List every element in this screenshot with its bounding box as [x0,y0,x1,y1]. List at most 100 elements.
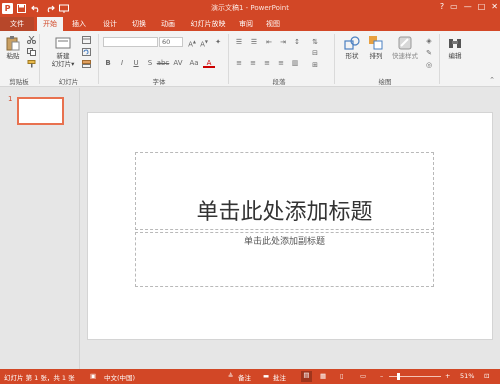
font-color-button[interactable]: A [203,58,215,68]
underline-button[interactable]: U [130,58,142,68]
tab-slideshow[interactable]: 幻灯片放映 [185,17,231,31]
decrease-indent-icon[interactable]: ⇤ [263,37,275,47]
bullets-icon[interactable]: ☰ [233,37,245,47]
strikethrough-button[interactable]: abc [156,58,170,68]
new-slide-label: 新建 幻灯片▾ [51,52,75,68]
bold-button[interactable]: B [102,58,114,68]
clipboard-icon [5,35,21,51]
font-family-select[interactable] [103,37,158,47]
collapse-ribbon-icon[interactable]: ⌃ [486,75,498,85]
ribbon-display-icon[interactable]: ▭ [450,2,458,11]
new-slide-icon [55,35,71,51]
reading-view-icon[interactable]: ▯ [340,372,344,380]
tab-design[interactable]: 设计 [99,17,121,31]
clipboard-group-label: 剪贴板 [9,78,29,86]
quick-styles-label: 快速样式 [392,52,418,60]
minimize-icon[interactable]: — [464,2,472,11]
zoom-in-button[interactable]: + [445,372,450,380]
tab-insert[interactable]: 插入 [68,17,90,31]
shape-outline-icon[interactable]: ✎ [423,48,435,58]
arrange-label: 排列 [369,52,383,60]
quick-styles-button[interactable]: 快速样式 [388,35,422,60]
window-title: 演示文稿1 - PowerPoint [211,4,289,12]
pane-divider[interactable] [79,88,80,369]
text-direction-icon[interactable]: ⇅ [309,37,321,47]
drawing-group-label: 绘图 [378,78,392,86]
shapes-icon [344,35,360,51]
change-case-button[interactable]: Aa [187,58,201,68]
ribbon-tabs: 文件 开始 插入 设计 切换 动画 幻灯片放映 审阅 视图 [0,16,500,31]
close-icon[interactable]: ✕ [491,2,498,11]
notes-icon[interactable]: ≜ [228,372,233,380]
char-spacing-button[interactable]: AV [171,58,185,68]
paste-button[interactable]: 粘贴 [3,35,23,60]
zoom-slider-handle[interactable] [397,373,400,380]
smartart-icon[interactable]: ⊞ [309,60,321,70]
clear-format-icon[interactable]: ✦ [212,37,224,47]
thumbnail-number: 1 [8,95,13,103]
notes-button[interactable]: 备注 [238,372,251,382]
shapes-label: 形状 [345,52,359,60]
normal-view-icon[interactable]: ▤ [301,371,312,382]
language-status[interactable]: 中文(中国) [104,372,135,382]
arrange-button[interactable]: 排列 [365,35,387,60]
align-text-icon[interactable]: ⊟ [309,48,321,58]
tab-view[interactable]: 视图 [262,17,284,31]
slideshow-view-icon[interactable]: ▭ [360,372,366,380]
reset-icon[interactable] [82,48,91,56]
slides-group-label: 幻灯片 [58,78,79,86]
shapes-button[interactable]: 形状 [341,35,363,60]
font-group-label: 字体 [152,78,166,86]
editing-label: 编辑 [448,52,462,60]
window-controls: ? ▭ — □ ✕ [440,2,498,11]
layout-icon[interactable] [82,36,91,44]
slide-thumbnail-pane [0,88,79,369]
shape-effects-icon[interactable]: ◎ [423,60,435,70]
paste-label: 粘贴 [6,52,20,60]
line-spacing-icon[interactable]: ↕ [291,37,303,47]
slide-sorter-icon[interactable]: ▦ [320,372,326,380]
tab-transitions[interactable]: 切换 [128,17,150,31]
fit-slide-icon[interactable]: ⊡ [484,372,489,380]
title-placeholder-text[interactable]: 单击此处添加标题 [135,199,434,227]
arrange-icon [368,35,384,51]
tab-file[interactable]: 文件 [0,17,34,31]
tab-animations[interactable]: 动画 [157,17,179,31]
font-size-select[interactable]: 60 [159,37,183,47]
subtitle-placeholder-text[interactable]: 单击此处添加副标题 [135,234,434,247]
copy-icon[interactable] [27,48,36,56]
tab-home[interactable]: 开始 [37,17,63,31]
status-bar: 幻灯片 第 1 张，共 1 张 ▣ 中文(中国) ≜ 备注 ▬ 批注 ▤ ▦ ▯… [0,369,500,384]
comments-button[interactable]: 批注 [273,372,286,382]
align-center-icon[interactable]: ≡ [247,58,259,68]
binoculars-icon [447,35,463,51]
slide-thumbnail[interactable] [17,97,64,125]
tab-review[interactable]: 审阅 [236,17,256,31]
align-left-icon[interactable]: ≡ [233,58,245,68]
format-painter-icon[interactable] [27,60,36,68]
numbering-icon[interactable]: ☰ [248,37,260,47]
shadow-button[interactable]: S [144,58,156,68]
columns-icon[interactable]: ▥ [289,58,301,68]
increase-indent-icon[interactable]: ⇥ [277,37,289,47]
new-slide-button[interactable]: 新建 幻灯片▾ [51,35,75,68]
cut-icon[interactable] [27,35,36,44]
shape-fill-icon[interactable]: ◈ [423,36,435,46]
spell-check-icon[interactable]: ▣ [90,372,96,380]
zoom-out-button[interactable]: – [380,372,383,380]
comments-icon[interactable]: ▬ [263,372,269,380]
slide-count-status: 幻灯片 第 1 张，共 1 张 [4,374,75,382]
maximize-icon[interactable]: □ [478,2,486,11]
help-icon[interactable]: ? [440,2,444,11]
grow-font-icon[interactable]: A▲ [186,37,198,48]
italic-button[interactable]: I [116,58,128,68]
paragraph-group-label: 段落 [272,78,286,86]
shrink-font-icon[interactable]: A▼ [198,37,210,48]
ribbon: 粘贴 剪贴板 新建 幻灯片▾ 幻灯片 60 A▲ A▼ ✦ B I U S ab… [0,31,500,87]
title-bar: P 演示文稿1 - PowerPoint ? ▭ — □ ✕ [0,0,500,16]
editing-button[interactable]: 编辑 [444,35,466,60]
justify-icon[interactable]: ≡ [275,58,287,68]
section-icon[interactable] [82,60,91,68]
align-right-icon[interactable]: ≡ [261,58,273,68]
zoom-percent[interactable]: 51% [460,372,474,380]
